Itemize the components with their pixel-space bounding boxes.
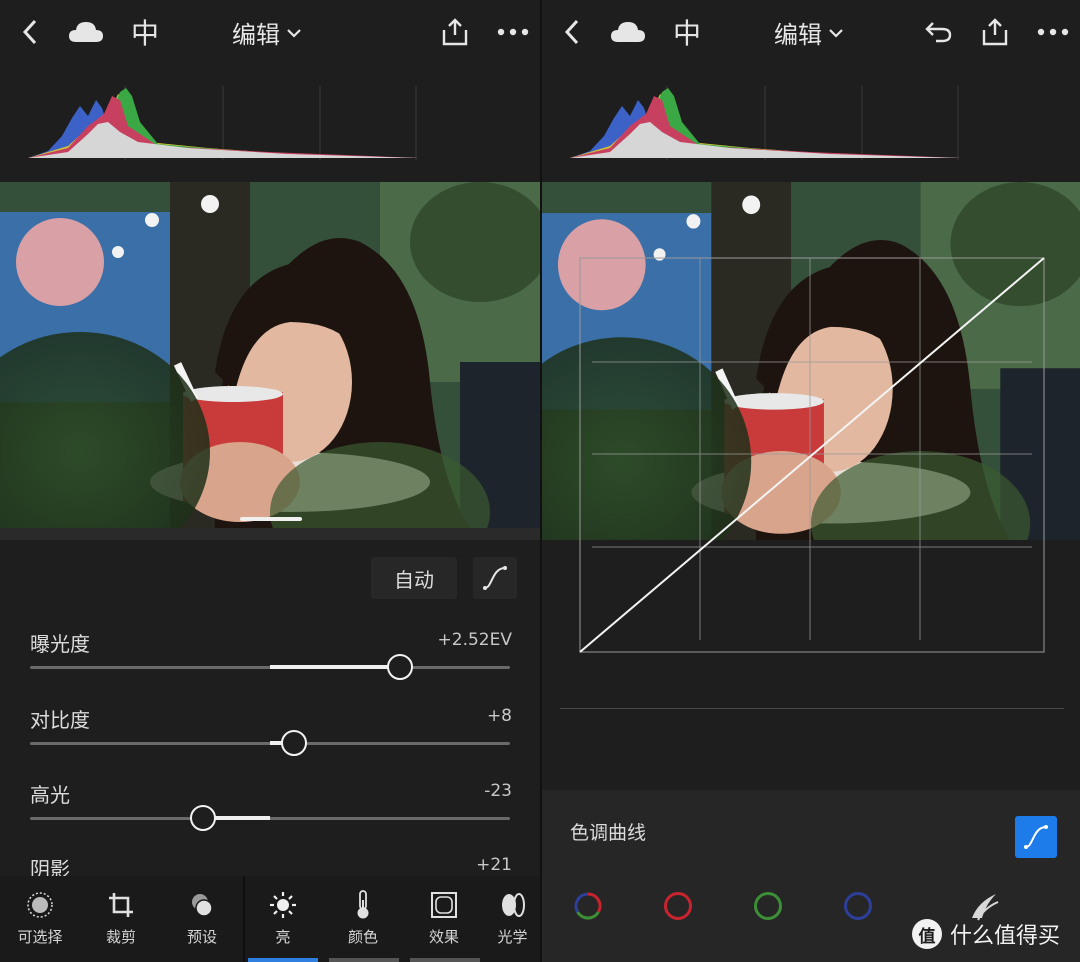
top-bar: 中 编辑 [0, 0, 540, 64]
more-icon[interactable] [1036, 14, 1070, 50]
nav-color[interactable]: 颜色 [323, 876, 403, 962]
effects-icon [431, 890, 457, 920]
edit-mode-label: 编辑 [774, 20, 822, 49]
nav-label: 光学 [497, 928, 528, 946]
histogram [570, 86, 960, 160]
nav-label: 亮 [275, 928, 291, 946]
tone-curve-label: 色调曲线 [570, 822, 647, 844]
back-icon[interactable] [18, 14, 42, 50]
slider-label: 高光 [30, 783, 70, 807]
presets-icon [189, 890, 215, 920]
nav-label: 裁剪 [105, 928, 136, 946]
crop-icon [108, 890, 134, 920]
slider-fill [270, 665, 400, 669]
drag-handle[interactable] [240, 517, 302, 521]
channel-blue-button[interactable] [844, 892, 872, 920]
chevron-down-icon [828, 23, 844, 42]
slider-value: +8 [486, 706, 512, 726]
nav-optics[interactable]: 光学 [485, 876, 540, 962]
nav-light[interactable]: 亮 [243, 876, 323, 962]
right-panel: 中 编辑 色调曲线 值 什么值得买 [542, 0, 1080, 962]
photo-bottom-strip [0, 528, 540, 540]
nav-effects[interactable]: 效果 [404, 876, 484, 962]
nav-label: 预设 [186, 928, 217, 946]
tab-indicator [410, 958, 480, 962]
slider-thumb[interactable] [386, 654, 413, 680]
slider-value: +21 [476, 855, 512, 875]
slider-thumb[interactable] [281, 730, 307, 756]
curve-icon [483, 566, 507, 590]
edit-mode-dropdown[interactable]: 编辑 [774, 14, 844, 50]
tone-curve-button[interactable] [1015, 816, 1057, 858]
bottom-nav: 可选择 裁剪 预设 亮 颜色 效果 光学 [0, 876, 540, 962]
top-bar: 中 编辑 [542, 0, 1080, 64]
light-icon [269, 890, 297, 920]
edit-mode-label: 编辑 [232, 20, 280, 49]
curve-icon [1024, 825, 1048, 849]
nav-label: 颜色 [347, 928, 378, 946]
tone-curve-line[interactable] [579, 257, 1045, 653]
auto-button[interactable]: 自动 [371, 557, 457, 599]
slider-value: +2.52EV [437, 630, 512, 650]
language-button[interactable]: 中 [670, 14, 704, 50]
share-icon[interactable] [980, 14, 1010, 50]
selective-icon [26, 890, 54, 920]
channel-luminance-button[interactable] [968, 892, 999, 921]
channel-rgb-button[interactable] [574, 892, 602, 920]
slider-label: 对比度 [30, 708, 90, 732]
tone-curve-toggle[interactable] [473, 557, 517, 599]
slider-thumb[interactable] [189, 805, 216, 831]
channel-red-button[interactable] [664, 892, 692, 920]
nav-label: 效果 [428, 928, 459, 946]
cloud-icon[interactable] [608, 14, 648, 50]
histogram [28, 86, 418, 160]
separator [560, 708, 1064, 709]
more-icon[interactable] [496, 14, 530, 50]
back-icon[interactable] [560, 14, 584, 50]
undo-icon[interactable] [922, 14, 954, 50]
active-tab-indicator [248, 958, 318, 962]
nav-label: 可选择 [17, 928, 63, 946]
optics-icon [500, 890, 526, 920]
watermark: 值 什么值得买 [912, 918, 1060, 950]
thermometer-icon [353, 890, 373, 920]
watermark-text: 什么值得买 [950, 924, 1061, 949]
slider-label: 曝光度 [30, 632, 90, 656]
tone-curve-editor[interactable] [579, 257, 1045, 653]
nav-crop[interactable]: 裁剪 [81, 876, 161, 962]
tab-indicator [329, 958, 399, 962]
watermark-logo: 值 [912, 919, 942, 949]
nav-selective[interactable]: 可选择 [0, 876, 80, 962]
edit-mode-dropdown[interactable]: 编辑 [232, 14, 302, 50]
cloud-icon[interactable] [66, 14, 106, 50]
left-panel: 中 编辑 自动 曝光度 +2.52EV 对比度 +8 高光 -23 阴影 +21… [0, 0, 540, 962]
chevron-down-icon [286, 23, 302, 42]
nav-presets[interactable]: 预设 [162, 876, 242, 962]
slider-value: -23 [484, 781, 512, 801]
share-icon[interactable] [440, 14, 470, 50]
slider-track[interactable] [30, 817, 510, 820]
photo-preview[interactable] [0, 182, 540, 528]
rgb-channel-icon [574, 892, 602, 920]
tone-curve-panel: 色调曲线 值 什么值得买 [542, 790, 1080, 962]
channel-green-button[interactable] [754, 892, 782, 920]
language-button[interactable]: 中 [128, 14, 162, 50]
